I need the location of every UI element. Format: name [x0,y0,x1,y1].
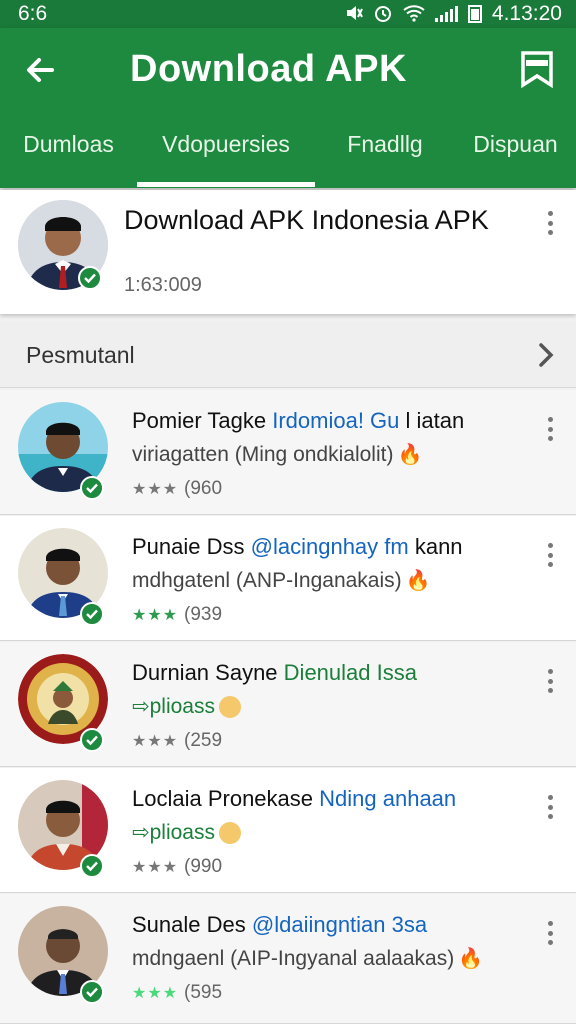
app-header-card[interactable]: Download APK Indonesia APK 1:63:009 [0,190,576,314]
rating-stars-icon: ★★★ [132,607,179,624]
battery-icon [467,5,482,23]
item-desc-text: mdngaenl (AIP-Ingyanal aalaakas) [132,947,455,970]
rating-stars-icon: ★★★ [132,733,179,750]
verified-badge-icon [80,980,104,1004]
item-description: viriagatten (Ming ondkialolit) 🔥 [132,442,532,467]
tab-bar: Dumloas Vdopuersies Fnadllg Dispuan [0,126,576,188]
item-description: mdngaenl (AIP-Ingyanal aalaakas) 🔥 [132,946,532,971]
tab-fnadllg[interactable]: Fnadllg [315,126,455,162]
status-bar: 6:6 4.13:20 [0,0,576,28]
back-button[interactable] [22,52,62,92]
rating-count: (990 [184,856,223,877]
item-title: Pomier Tagke Irdomioa! Gu l iatan [132,408,532,434]
item-name: Loclaia Pronekase [132,786,314,811]
more-options-icon[interactable] [540,414,560,444]
item-handle[interactable]: @lacingnhay fm [251,534,409,559]
item-title: Sunale Des @ldaiingntian 3sa [132,912,532,938]
more-options-icon[interactable] [540,792,560,822]
verified-badge-icon [80,476,104,500]
list-item[interactable]: Pomier Tagke Irdomioa! Gu l iatan viriag… [0,390,576,515]
tab-label: Vdopuersies [162,130,290,157]
rating-stars-icon: ★★★ [132,985,179,1002]
tab-dispuan[interactable]: Dispuan [455,126,576,162]
rating-count: (960 [184,478,223,499]
more-options-icon[interactable] [540,918,560,948]
arrow-back-icon [22,58,58,92]
item-name: Sunale Des [132,912,246,937]
alarm-icon [373,3,393,26]
verified-badge-icon [80,602,104,626]
verified-badge-icon [78,266,102,290]
item-rating: ★★★ (259 [132,730,222,752]
item-name: Punaie Dss [132,534,245,559]
item-name: Durnian Sayne [132,660,278,685]
section-label: Pesmutanl [26,342,135,368]
tab-label: Dumloas [23,130,114,157]
flame-icon: 🔥 [458,948,484,970]
bun-emoji-icon [218,696,241,719]
list-item[interactable]: Sunale Des @ldaiingntian 3sa mdngaenl (A… [0,894,576,1024]
rating-count: (939 [184,604,223,625]
more-options-icon[interactable] [540,208,560,238]
status-left-time: 6:6 [18,2,48,25]
item-desc-text: viriagatten (Ming ondkialolit) [132,443,394,466]
rating-stars-icon: ★★★ [132,859,179,876]
item-name: Pomier Tagke [132,408,267,433]
bun-emoji-icon [218,822,241,845]
wifi-icon [403,4,425,25]
item-description: ⇨plioass [132,694,532,719]
item-handle[interactable]: @ldaiingntian 3sa [252,912,427,937]
rating-count: (595 [184,982,223,1003]
item-desc-text: ⇨plioass [132,695,215,718]
app-bar: Download APK Dumloas Vdopuersies Fnadllg… [0,28,576,188]
flame-icon: 🔥 [405,570,431,592]
list-item[interactable]: Durnian Sayne Dienulad Issa ⇨plioass ★★★… [0,642,576,767]
page-title: Download APK [130,48,407,90]
item-handle[interactable]: Dienulad Issa [284,660,417,685]
chevron-right-icon [536,340,556,370]
bookmark-button[interactable] [520,50,556,90]
tab-label: Fnadllg [347,130,423,157]
tab-dumloas[interactable]: Dumloas [0,126,137,162]
mute-icon [345,4,363,25]
rating-count: (259 [184,730,223,751]
item-title: Punaie Dss @lacingnhay fm kann [132,534,532,560]
status-right-time: 4.13:20 [491,2,562,25]
tab-indicator [137,182,315,187]
item-handle[interactable]: Irdomioa! Gu [272,408,399,433]
item-rating: ★★★ (960 [132,478,222,500]
rating-stars-icon: ★★★ [132,481,179,498]
item-title-tail: l iatan [399,408,465,433]
item-title: Loclaia Pronekase Nding anhaan [132,786,532,812]
flame-icon: 🔥 [397,444,423,466]
item-rating: ★★★ (990 [132,856,222,878]
list-item[interactable]: Loclaia Pronekase Nding anhaan ⇨plioass … [0,768,576,893]
more-options-icon[interactable] [540,540,560,570]
item-handle[interactable]: Nding anhaan [319,786,456,811]
more-options-icon[interactable] [540,666,560,696]
section-header[interactable]: Pesmutanl [0,322,576,388]
signal-icon [434,6,458,22]
item-desc-text: ⇨plioass [132,821,215,844]
item-rating: ★★★ (595 [132,982,222,1004]
item-title: Durnian Sayne Dienulad Issa [132,660,532,686]
item-rating: ★★★ (939 [132,604,222,626]
header-title: Download APK Indonesia APK [124,205,489,235]
bookmark-icon [520,51,554,92]
status-icons: 4.13:20 [345,2,562,26]
item-description: mdhgatenl (ANP-Inganakais) 🔥 [132,568,532,593]
tab-label: Dispuan [473,130,558,157]
tab-vdopuersies[interactable]: Vdopuersies [137,126,315,162]
item-title-tail: kann [408,534,463,559]
item-desc-text: mdhgatenl (ANP-Inganakais) [132,569,402,592]
verified-badge-icon [80,854,104,878]
item-description: ⇨plioass [132,820,532,845]
header-subtitle: 1:63:009 [124,274,202,296]
list-item[interactable]: Punaie Dss @lacingnhay fm kann mdhgatenl… [0,516,576,641]
verified-badge-icon [80,728,104,752]
